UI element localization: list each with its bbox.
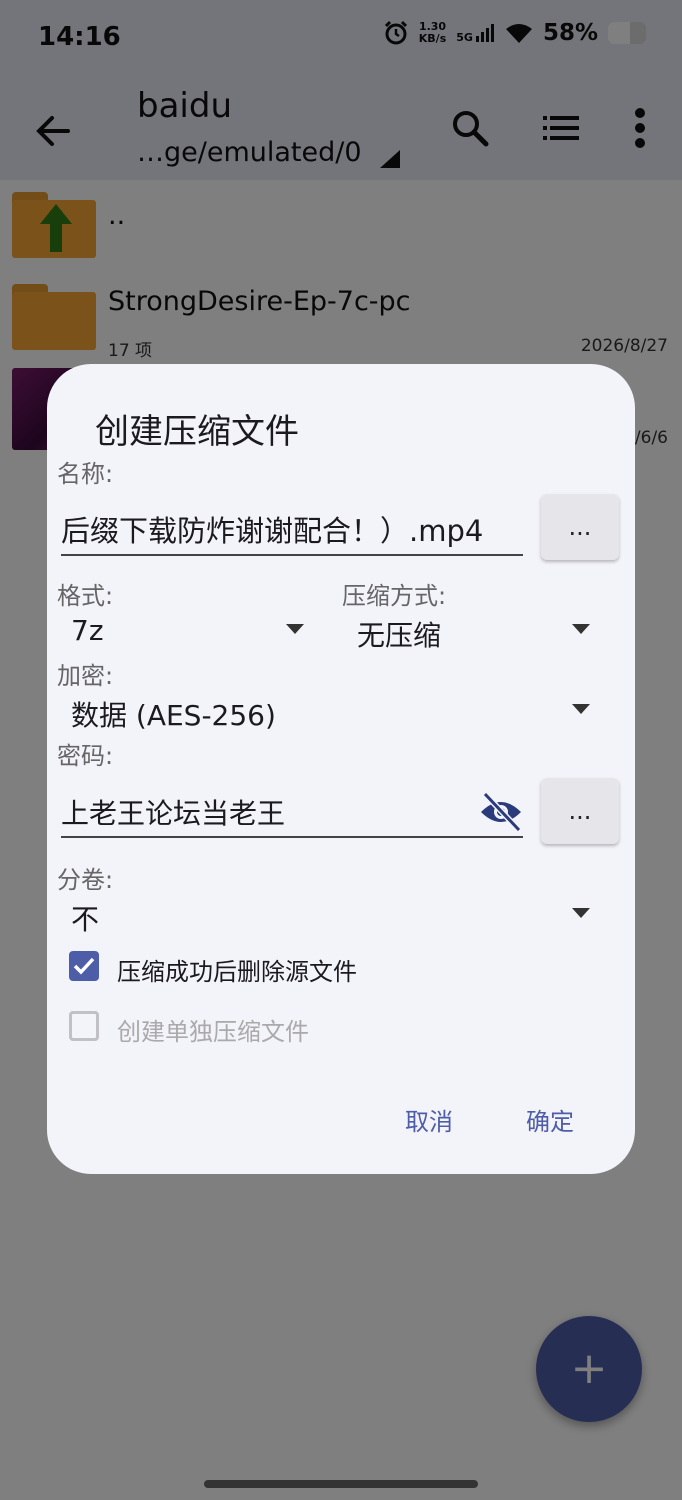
delete-source-label: 压缩成功后删除源文件 <box>117 958 357 986</box>
volume-dropdown-icon <box>572 908 590 918</box>
separate-archive-checkbox <box>69 1011 99 1041</box>
name-input-value: 后缀下载防炸谢谢配合！）.mp4 <box>61 514 484 548</box>
password-value: 上老王论坛当老王 <box>61 797 286 830</box>
format-value: 7z <box>71 614 104 647</box>
gesture-nav-bar[interactable] <box>204 1480 478 1488</box>
dialog-title: 创建压缩文件 <box>95 412 299 452</box>
check-icon <box>73 957 95 975</box>
cancel-button[interactable]: 取消 <box>405 1102 453 1137</box>
encrypt-label: 加密: <box>57 662 114 690</box>
password-generate-button[interactable]: ... <box>541 778 619 844</box>
create-archive-dialog: 创建压缩文件 名称: 后缀下载防炸谢谢配合！）.mp4 ... 格式: 7z 压… <box>47 364 635 1174</box>
compress-label: 压缩方式: <box>342 582 447 610</box>
encrypt-dropdown-icon <box>572 704 590 714</box>
name-browse-button[interactable]: ... <box>541 494 619 560</box>
format-dropdown-icon <box>286 624 304 634</box>
volume-label: 分卷: <box>57 866 114 894</box>
password-input[interactable]: 上老王论坛当老王 <box>61 784 523 838</box>
password-label: 密码: <box>57 742 114 770</box>
visibility-off-icon[interactable] <box>479 792 523 832</box>
compress-value: 无压缩 <box>357 619 442 652</box>
compress-dropdown-icon <box>572 624 590 634</box>
format-label: 格式: <box>57 582 114 610</box>
separate-archive-label: 创建单独压缩文件 <box>117 1018 309 1046</box>
ok-button[interactable]: 确定 <box>526 1102 574 1137</box>
name-input[interactable]: 后缀下载防炸谢谢配合！）.mp4 <box>61 504 523 556</box>
delete-source-checkbox[interactable] <box>69 951 99 981</box>
encrypt-value: 数据 (AES-256) <box>71 699 276 732</box>
name-label: 名称: <box>57 460 114 488</box>
volume-value: 不 <box>71 903 100 936</box>
